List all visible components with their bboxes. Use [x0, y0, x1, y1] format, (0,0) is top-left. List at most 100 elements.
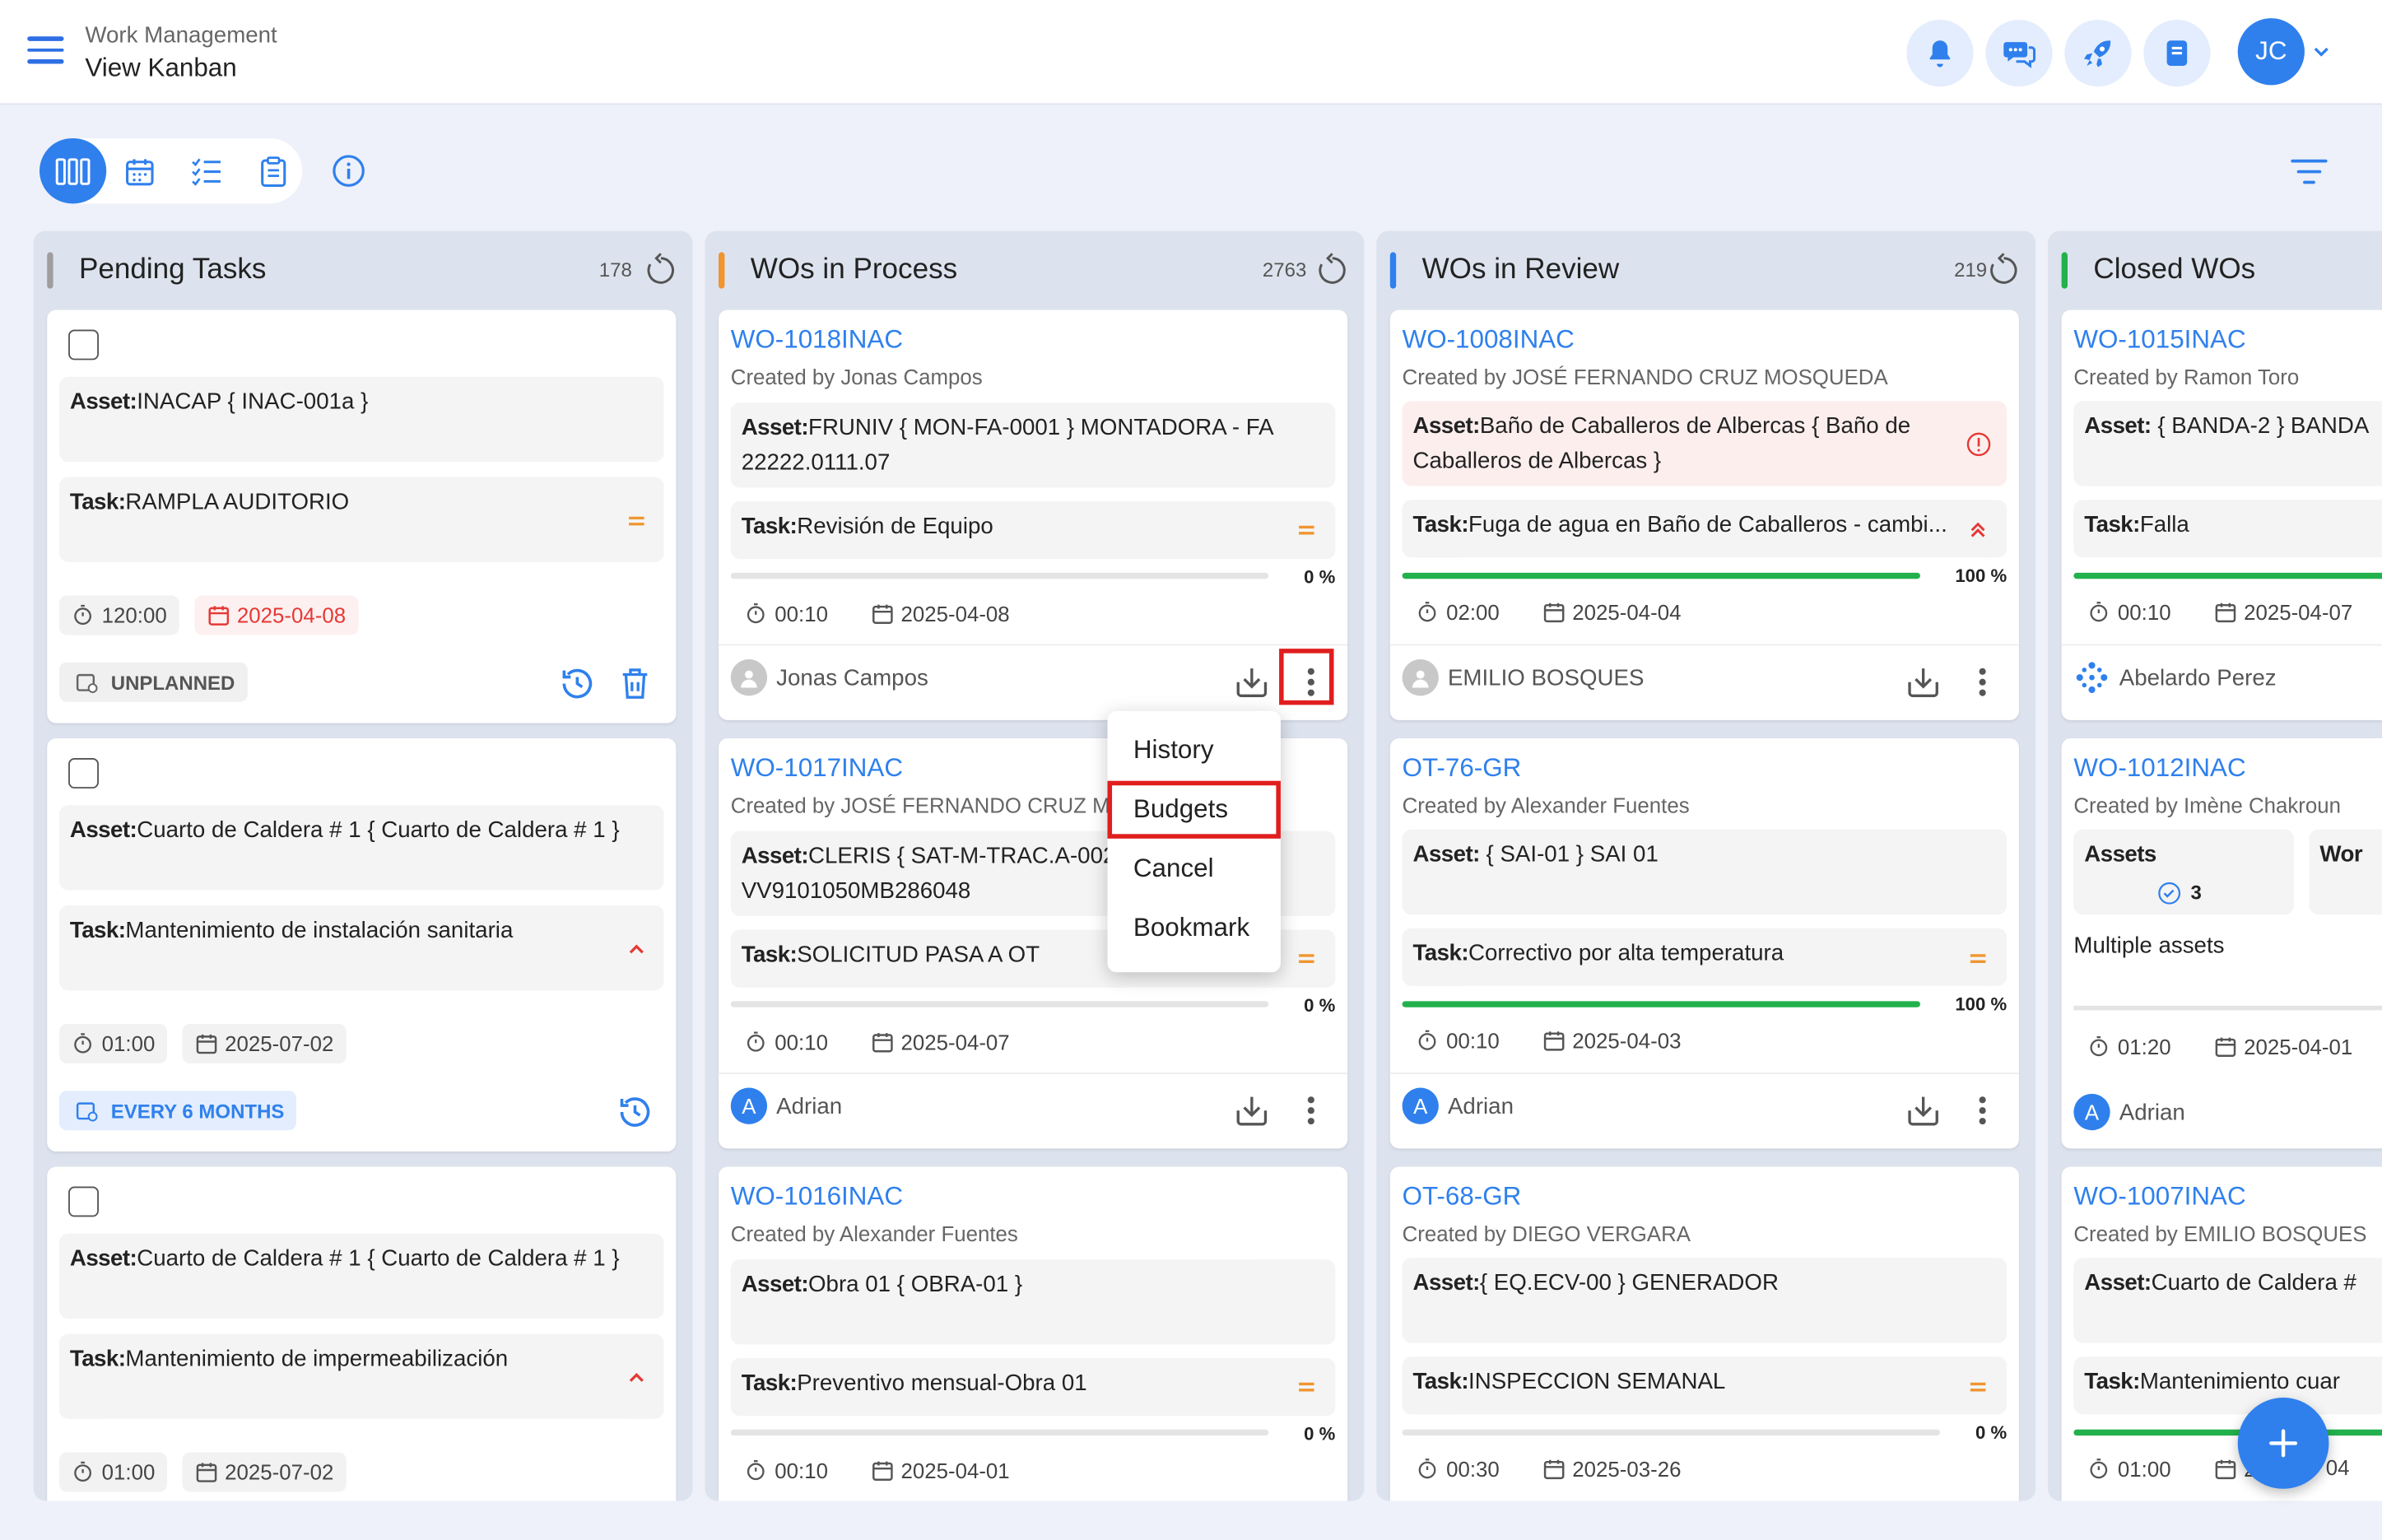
progress-bar: [2073, 572, 2382, 579]
asset-label: Asset:: [2084, 413, 2152, 440]
menu-item-bookmark[interactable]: Bookmark: [1108, 900, 1281, 957]
task-card[interactable]: Asset:Cuarto de Caldera # 1 { Cuarto de …: [47, 1166, 677, 1501]
more-options-highlight: [1279, 649, 1334, 705]
column-color-bar: [719, 252, 725, 289]
calendar-icon: [196, 1463, 217, 1482]
work-order-card[interactable]: OT-76-GR Created by Alexander Fuentes As…: [1389, 738, 2019, 1149]
download-icon[interactable]: [1904, 1092, 1943, 1128]
download-icon[interactable]: [1232, 664, 1272, 700]
chat-button[interactable]: [1985, 19, 2053, 87]
task-card[interactable]: Asset:INACAP { INAC-001a } Task:RAMPLA A…: [47, 309, 677, 723]
asset-label: Asset:: [69, 1245, 137, 1272]
user-name: Adrian: [2119, 1099, 2185, 1125]
work-order-card[interactable]: WO-1007INAC Created by EMILIO BOSQUES As…: [2061, 1166, 2382, 1501]
created-by: Created by Alexander Fuentes: [730, 1221, 1018, 1246]
add-work-order-button[interactable]: [2237, 1398, 2329, 1489]
asset-label: Asset:: [1412, 1270, 1481, 1296]
menu-item-budgets[interactable]: Budgets: [1107, 780, 1281, 839]
created-by: Created by Imène Chakroun: [2073, 793, 2341, 817]
column-color-bar: [2061, 252, 2068, 289]
work-order-id-link[interactable]: WO-1018INAC: [731, 325, 903, 356]
column-color-bar: [1389, 252, 1397, 289]
calendar-clock-icon: [76, 1102, 98, 1122]
refresh-icon[interactable]: [1985, 252, 2021, 288]
time-value: 00:10: [2117, 600, 2171, 625]
work-order-id-link[interactable]: WO-1012INAC: [2073, 753, 2245, 784]
history-icon[interactable]: [616, 1092, 655, 1132]
user-name: Adrian: [1447, 1092, 1514, 1119]
work-order-id-link[interactable]: WO-1007INAC: [2073, 1182, 2245, 1212]
time-value: 01:00: [2117, 1457, 2171, 1482]
task-value: Mantenimiento cuar: [2139, 1368, 2340, 1395]
work-order-id-link[interactable]: WO-1017INAC: [731, 753, 903, 784]
asset-value: Cuarto de Caldera #: [2151, 1270, 2356, 1296]
work-order-card[interactable]: WO-1008INAC Created by JOSÉ FERNANDO CRU…: [1389, 309, 2019, 720]
asset-value: { SAI-01 } SAI 01: [1486, 841, 1659, 868]
book-icon: [2166, 40, 2188, 66]
assigned-user: A Adrian: [2073, 1093, 2185, 1131]
more-options-icon[interactable]: [1304, 1092, 1319, 1128]
hamburger-menu-icon[interactable]: [27, 36, 64, 67]
work-order-card[interactable]: WO-1018INAC Created by Jonas Campos Asse…: [719, 309, 1348, 720]
download-icon[interactable]: [1904, 664, 1943, 700]
time-value: 00:10: [775, 1030, 828, 1054]
menu-item-cancel[interactable]: Cancel: [1108, 840, 1281, 898]
chevron-down-icon[interactable]: [2312, 44, 2330, 59]
user-avatar-icon: A: [2073, 1093, 2110, 1131]
task-label: Task:: [1412, 1368, 1469, 1395]
notifications-button[interactable]: [1906, 19, 1974, 87]
time-chip: 01:00: [58, 1024, 168, 1063]
calendar-icon: [2215, 1037, 2236, 1057]
work-order-card[interactable]: WO-1016INAC Created by Alexander Fuentes…: [719, 1166, 1348, 1501]
history-icon[interactable]: [557, 664, 597, 704]
asset-label: Asset:: [1412, 841, 1481, 868]
documentation-button[interactable]: [2143, 19, 2211, 87]
refresh-icon[interactable]: [1314, 252, 1351, 288]
work-order-id-link[interactable]: WO-1008INAC: [1403, 325, 1575, 356]
asset-value: FRUNIV { MON-FA-0001 } MONTADORA - FA 22…: [741, 414, 1273, 476]
work-order-id-link[interactable]: WO-1016INAC: [731, 1182, 903, 1212]
date-value: 2025-04-01: [2244, 1034, 2353, 1059]
calendar-icon: [1543, 603, 1565, 623]
date-value: 2025-04-04: [1572, 600, 1682, 625]
task-card[interactable]: Asset:Cuarto de Caldera # 1 { Cuarto de …: [47, 738, 677, 1152]
checklist-view-button[interactable]: [173, 138, 240, 203]
launch-button[interactable]: [2064, 19, 2132, 87]
clipboard-view-button[interactable]: [240, 138, 307, 203]
work-order-card[interactable]: WO-1015INAC Created by Ramon Toro Asset:…: [2061, 309, 2382, 720]
rocket-icon: [2083, 40, 2111, 67]
more-options-icon[interactable]: [1975, 664, 1989, 700]
task-checkbox[interactable]: [68, 758, 99, 789]
work-order-card[interactable]: WO-1012INAC Created by Imène Chakroun As…: [2061, 738, 2382, 1149]
assigned-user: A Adrian: [1402, 1087, 1514, 1124]
time-value: 00:10: [775, 601, 828, 626]
more-options-icon[interactable]: [1975, 1092, 1989, 1128]
created-by: Created by Alexander Fuentes: [1402, 793, 1690, 817]
time-value: 00:10: [1446, 1028, 1500, 1054]
download-icon[interactable]: [1232, 1092, 1272, 1128]
work-order-id-link[interactable]: OT-68-GR: [1403, 1182, 1522, 1212]
priority-highest-icon: [1964, 517, 1991, 544]
date-value: 2025-04-03: [1572, 1028, 1682, 1054]
time-chip: 00:10: [732, 1450, 840, 1491]
work-order-card[interactable]: OT-68-GR Created by DIEGO VERGARA Asset:…: [1389, 1166, 2019, 1501]
task-checkbox[interactable]: [68, 329, 99, 361]
task-label: Task:: [741, 513, 798, 540]
stopwatch-icon: [2090, 1035, 2108, 1057]
refresh-icon[interactable]: [643, 252, 679, 288]
menu-item-history[interactable]: History: [1108, 722, 1281, 779]
calendar-icon: [872, 1461, 893, 1481]
info-icon[interactable]: [331, 153, 365, 188]
task-checkbox[interactable]: [68, 1186, 99, 1217]
calendar-view-button[interactable]: [106, 138, 173, 203]
date-chip: 2025-07-02: [182, 1024, 347, 1063]
user-avatar[interactable]: JC: [2237, 18, 2305, 86]
date-chip: 2025-04-04: [1529, 592, 1694, 632]
trash-icon[interactable]: [616, 664, 653, 704]
filter-icon[interactable]: [2291, 158, 2328, 185]
work-order-id-link[interactable]: OT-76-GR: [1403, 753, 1522, 784]
date-value: 2025-04-08: [236, 603, 347, 628]
work-order-id-link[interactable]: WO-1015INAC: [2073, 325, 2245, 356]
user-avatar-icon: A: [730, 1087, 768, 1124]
kanban-view-button[interactable]: [39, 137, 107, 204]
